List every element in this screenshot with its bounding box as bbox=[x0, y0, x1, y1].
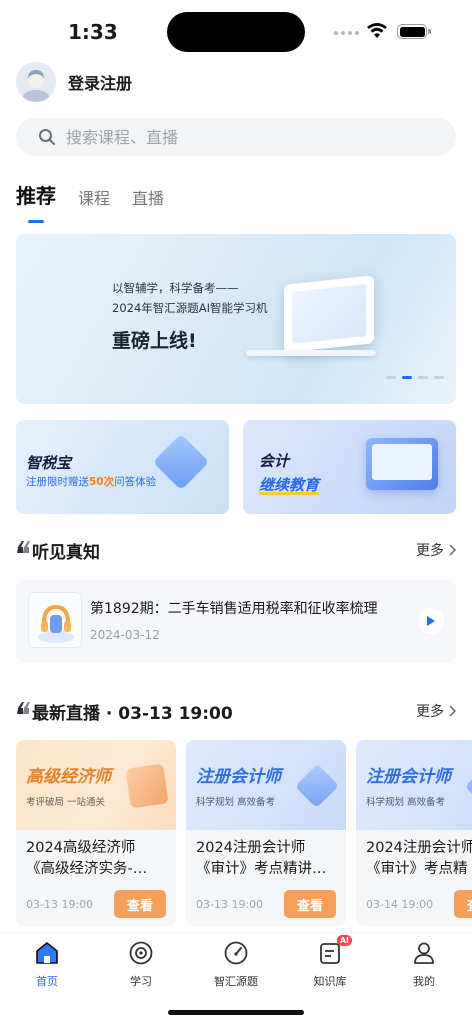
search-bar[interactable] bbox=[16, 118, 456, 156]
view-button[interactable]: 查看 bbox=[454, 890, 472, 918]
monitor-illustration bbox=[366, 438, 438, 490]
cover-title: 注册会计师 bbox=[196, 767, 281, 787]
signal-icon bbox=[334, 31, 359, 35]
search-icon bbox=[39, 129, 55, 145]
cover-subtitle: 科学规划 高效备考 bbox=[196, 797, 276, 808]
live-title: 2024注册会计师 《审计》考点精 bbox=[366, 840, 472, 877]
status-bar: 1:33 bbox=[0, 0, 472, 62]
live-section-header: 最新直播 · 03-13 19:00 更多 bbox=[16, 699, 456, 724]
promo-tax-title: 智税宝 bbox=[26, 454, 72, 472]
nav-label: 我的 bbox=[413, 975, 435, 988]
podcast-card[interactable]: 第1892期：二手车销售适用税率和征收率梳理 2024-03-12 bbox=[16, 580, 456, 662]
nav-label: 首页 bbox=[36, 975, 58, 988]
nav-zhihui[interactable]: 智汇源题 bbox=[196, 939, 276, 989]
chevron-right-icon bbox=[449, 705, 456, 717]
cover-title: 注册会计师 bbox=[366, 767, 451, 787]
promo-card-tax[interactable]: 智税宝 注册限时赠送50次问答体验 bbox=[16, 420, 229, 514]
banner-dot[interactable] bbox=[386, 376, 396, 379]
live-time: 03-13 19:00 bbox=[196, 898, 264, 911]
promo-banner[interactable]: 以智辅学，科学备考—— 2024年智汇源题AI智能学习机 重磅上线! bbox=[16, 234, 456, 404]
tab-recommend[interactable]: 推荐 bbox=[16, 180, 56, 223]
cover-subtitle: 科学规划 高效备考 bbox=[366, 797, 446, 808]
banner-dot[interactable] bbox=[434, 376, 444, 379]
tab-courses[interactable]: 课程 bbox=[78, 185, 110, 215]
chevron-right-icon bbox=[449, 544, 456, 556]
dynamic-island bbox=[167, 12, 305, 52]
cover-subtitle: 考评破局 一站通关 bbox=[26, 797, 106, 808]
tab-live[interactable]: 直播 bbox=[132, 185, 164, 215]
gauge-icon bbox=[222, 939, 250, 967]
live-cover: 注册会计师 科学规划 高效备考 bbox=[186, 740, 346, 830]
podcast-date: 2024-03-12 bbox=[90, 628, 160, 642]
live-card[interactable]: 注册会计师 科学规划 高效备考 2024注册会计师 《审计》考点精 03-14 … bbox=[356, 740, 472, 926]
tablet-image bbox=[284, 275, 374, 353]
content-tabs: 推荐 课程 直播 bbox=[16, 180, 164, 223]
banner-headline: 重磅上线! bbox=[112, 330, 197, 352]
nav-label: 知识库 bbox=[313, 975, 347, 988]
person-icon bbox=[410, 939, 438, 967]
podcast-thumbnail bbox=[28, 592, 82, 648]
login-register-link[interactable]: 登录注册 bbox=[68, 70, 132, 94]
battery-icon bbox=[397, 24, 431, 39]
avatar[interactable] bbox=[16, 62, 56, 102]
live-title: 2024高级经济师 《高级经济实务-… bbox=[26, 840, 148, 877]
listen-section-title: 听见真知 bbox=[32, 542, 100, 563]
live-time: 03-14 19:00 bbox=[366, 898, 434, 911]
view-button[interactable]: 查看 bbox=[114, 890, 166, 918]
live-title: 2024注册会计师 《审计》考点精讲… bbox=[196, 840, 327, 877]
quote-icon bbox=[17, 541, 30, 553]
live-section-title: 最新直播 · 03-13 19:00 bbox=[32, 703, 233, 724]
live-cover: 高级经济师 考评破局 一站通关 bbox=[16, 740, 176, 830]
nav-label: 智汇源题 bbox=[214, 975, 258, 988]
wifi-icon bbox=[367, 23, 387, 38]
promo-tax-subtitle: 注册限时赠送50次问答体验 bbox=[26, 476, 157, 488]
play-icon bbox=[427, 616, 435, 626]
promo-accounting-title: 会计 bbox=[259, 452, 290, 470]
live-more-link[interactable]: 更多 bbox=[416, 701, 456, 721]
banner-line-1: 以智辅学，科学备考—— bbox=[112, 281, 239, 295]
live-card[interactable]: 注册会计师 科学规划 高效备考 2024注册会计师 《审计》考点精讲… 03-1… bbox=[186, 740, 346, 926]
header: 登录注册 bbox=[16, 62, 132, 102]
cover-illustration bbox=[294, 763, 340, 809]
podcast-title: 第1892期：二手车销售适用税率和征收率梳理 bbox=[90, 601, 378, 617]
live-card[interactable]: 高级经济师 考评破局 一站通关 2024高级经济师 《高级经济实务-… 03-1… bbox=[16, 740, 176, 926]
search-input[interactable] bbox=[66, 127, 426, 147]
cover-title: 高级经济师 bbox=[26, 767, 111, 787]
cover-illustration bbox=[464, 763, 472, 809]
play-button[interactable] bbox=[418, 608, 444, 634]
promo-card-accounting[interactable]: 会计 继续教育 bbox=[243, 420, 456, 514]
nav-profile[interactable]: 我的 bbox=[384, 939, 464, 989]
document-icon: AI bbox=[316, 935, 352, 967]
cover-illustration bbox=[125, 763, 169, 809]
home-icon bbox=[33, 939, 61, 967]
home-indicator bbox=[168, 1010, 304, 1015]
live-time: 03-13 19:00 bbox=[26, 898, 94, 911]
ai-badge: AI bbox=[336, 935, 352, 946]
cube-illustration bbox=[152, 433, 210, 491]
promo-accounting-subtitle: 继续教育 bbox=[259, 476, 320, 494]
nav-knowledge[interactable]: AI 知识库 bbox=[290, 935, 370, 989]
live-cover: 注册会计师 科学规划 高效备考 bbox=[356, 740, 472, 830]
tablet-stand bbox=[246, 350, 376, 356]
banner-dot[interactable] bbox=[418, 376, 428, 379]
listen-more-link[interactable]: 更多 bbox=[416, 540, 456, 560]
view-button[interactable]: 查看 bbox=[284, 890, 336, 918]
nav-study[interactable]: 学习 bbox=[101, 939, 181, 989]
banner-dot-active[interactable] bbox=[402, 376, 412, 379]
nav-label: 学习 bbox=[130, 975, 152, 988]
target-icon bbox=[127, 939, 155, 967]
banner-line-2: 2024年智汇源题AI智能学习机 bbox=[112, 301, 268, 315]
listen-section-header: 听见真知 更多 bbox=[16, 538, 456, 563]
status-time: 1:33 bbox=[68, 20, 118, 44]
nav-home[interactable]: 首页 bbox=[7, 939, 87, 989]
banner-pagination[interactable] bbox=[386, 376, 444, 379]
quote-icon bbox=[17, 702, 30, 714]
